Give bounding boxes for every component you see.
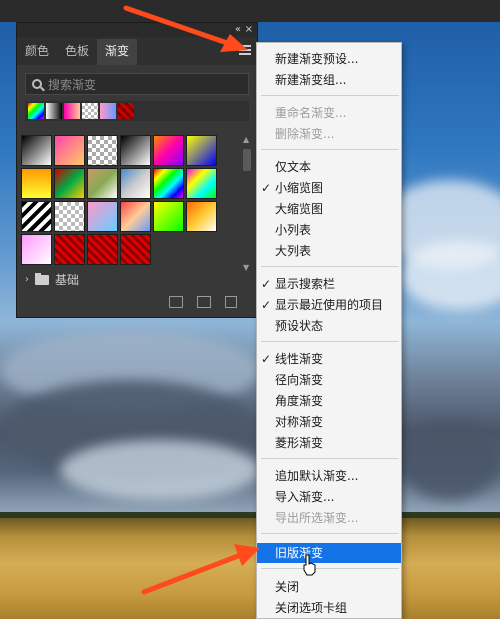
gradient-folder-basics[interactable]: › 基础 [25,271,79,288]
recent-gradient-swatch[interactable] [118,103,134,119]
gradient-swatch[interactable] [120,201,151,232]
menu-item-rename-gradient[interactable]: 重命名渐变... [257,103,401,123]
menu-divider [261,266,399,267]
recent-gradient-swatch[interactable] [82,103,98,119]
gradient-swatch[interactable] [54,168,85,199]
search-icon [32,79,42,89]
gradient-swatch[interactable] [120,135,151,166]
swatch-scrollbar[interactable]: ▲ ▼ [243,135,251,275]
gradient-swatch[interactable] [153,168,184,199]
gradient-swatch[interactable] [120,168,151,199]
gradient-swatch[interactable] [120,234,151,265]
scroll-up-icon[interactable]: ▲ [243,135,251,144]
recent-gradient-swatch[interactable] [46,103,62,119]
chevron-right-icon[interactable]: › [25,274,29,285]
gradient-swatch[interactable] [87,234,118,265]
menu-item-reflected-gradient[interactable]: 对称渐变 [257,412,401,432]
gradient-swatch[interactable] [54,201,85,232]
gradient-swatch[interactable] [186,168,217,199]
search-placeholder: 搜索渐变 [48,77,97,92]
menu-item-radial-gradient[interactable]: 径向渐变 [257,370,401,390]
recent-gradient-swatch[interactable] [28,103,44,119]
gradient-swatch[interactable] [54,135,85,166]
gradients-panel-menu: 新建渐变预设... 新建渐变组... 重命名渐变... 删除渐变... 仅文本 … [256,42,402,619]
gradient-swatch-grid [21,135,219,265]
gradients-panel: « × 颜色 色板 渐变 搜索渐变 ▲ ▼ › 基础 [16,22,258,318]
gradient-swatch[interactable] [87,168,118,199]
gradient-swatch[interactable] [21,168,52,199]
menu-item-delete-gradient[interactable]: 删除渐变... [257,124,401,144]
menu-item-large-list[interactable]: 大列表 [257,241,401,261]
menu-divider [261,458,399,459]
menu-item-diamond-gradient[interactable]: 菱形渐变 [257,433,401,453]
gradient-swatch[interactable] [87,135,118,166]
gradient-swatch[interactable] [153,201,184,232]
scroll-thumb[interactable] [243,149,251,171]
recent-gradient-swatch[interactable] [100,103,116,119]
menu-item-show-search-bar[interactable]: 显示搜索栏 [257,274,401,294]
gradient-swatch[interactable] [54,234,85,265]
cloud [60,440,260,500]
menu-item-export-selected-gradients[interactable]: 导出所选渐变... [257,508,401,528]
gradient-swatch[interactable] [186,201,217,232]
tab-color[interactable]: 颜色 [17,39,57,65]
new-gradient-icon[interactable] [197,296,211,308]
menu-item-close[interactable]: 关闭 [257,577,401,597]
recent-gradient-swatch[interactable] [64,103,80,119]
menu-divider [261,568,399,569]
gradient-swatch[interactable] [87,201,118,232]
tab-swatches[interactable]: 色板 [57,39,97,65]
menu-item-close-tab-group[interactable]: 关闭选项卡组 [257,598,401,618]
panel-bottom-bar [17,287,257,317]
annotation-arrow-top [123,5,248,52]
menu-item-import-gradients[interactable]: 导入渐变... [257,487,401,507]
gradient-swatch[interactable] [186,135,217,166]
menu-item-new-gradient-group[interactable]: 新建渐变组... [257,70,401,90]
menu-item-angle-gradient[interactable]: 角度渐变 [257,391,401,411]
menu-item-large-thumbnail[interactable]: 大缩览图 [257,199,401,219]
menu-item-text-only[interactable]: 仅文本 [257,157,401,177]
folder-label: 基础 [55,273,80,287]
gradient-swatch[interactable] [21,234,52,265]
menu-divider [261,149,399,150]
menu-item-new-gradient-preset[interactable]: 新建渐变预设... [257,49,401,69]
gradient-swatch[interactable] [21,201,52,232]
trash-icon[interactable] [225,296,237,308]
folder-icon [35,272,49,285]
menu-divider [261,95,399,96]
cloud [400,420,500,500]
hand-cursor-icon [303,554,316,576]
recent-gradients [25,101,249,121]
gradient-swatch[interactable] [153,135,184,166]
menu-divider [261,533,399,534]
menu-item-small-thumbnail[interactable]: 小缩览图 [257,178,401,198]
menu-item-linear-gradient[interactable]: 线性渐变 [257,349,401,369]
menu-item-legacy-gradients[interactable]: 旧版渐变 [257,543,401,563]
menu-item-small-list[interactable]: 小列表 [257,220,401,240]
new-group-icon[interactable] [169,296,183,308]
gradient-swatch[interactable] [21,135,52,166]
search-input[interactable]: 搜索渐变 [25,73,249,95]
menu-item-preset-status[interactable]: 预设状态 [257,316,401,336]
menu-item-show-recent-items[interactable]: 显示最近使用的项目 [257,295,401,315]
annotation-arrow-bottom [141,544,260,595]
menu-item-append-default-gradients[interactable]: 追加默认渐变... [257,466,401,486]
menu-divider [261,341,399,342]
scroll-down-icon[interactable]: ▼ [243,263,251,272]
